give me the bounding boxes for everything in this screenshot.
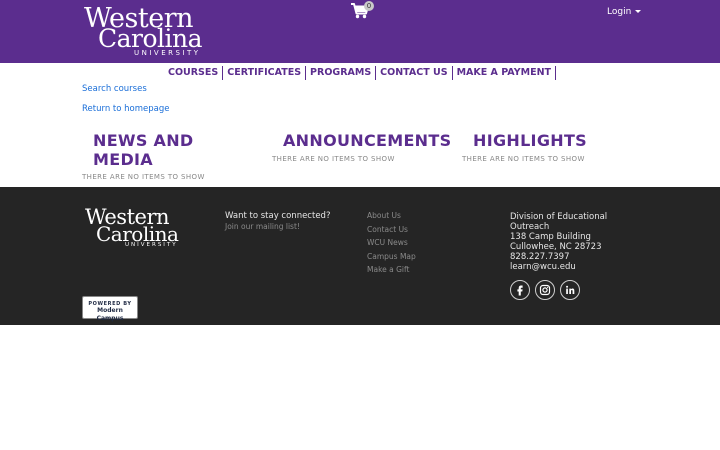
footer-link-wcu-news[interactable]: WCU News: [367, 238, 408, 248]
cart-count-badge: 0: [364, 1, 374, 11]
return-homepage-link[interactable]: Return to homepage: [82, 104, 169, 115]
stay-connected-heading: Want to stay connected?: [225, 211, 331, 221]
contact-address-1: 138 Camp Building: [510, 232, 591, 242]
logo-line-university: UNIVERSITY: [134, 49, 201, 57]
login-label: Login: [607, 7, 632, 17]
contact-email: learn@wcu.edu: [510, 262, 576, 272]
footer-wcu-logo[interactable]: Western Carolina UNIVERSITY: [85, 207, 185, 249]
nav-programs[interactable]: PROGRAMS: [306, 66, 377, 80]
logo-line-carolina: Carolina: [98, 24, 203, 53]
nav-certificates[interactable]: CERTIFICATES: [223, 66, 307, 80]
nav-contact-us[interactable]: CONTACT US: [376, 66, 453, 80]
footer-link-make-a-gift[interactable]: Make a Gift: [367, 265, 409, 275]
news-media-title: NEWS AND MEDIA: [93, 131, 194, 169]
footer-contact-info: Division of Educational Outreach 138 Cam…: [510, 212, 630, 272]
news-title-line2: MEDIA: [93, 150, 153, 169]
contact-line-1: Division of Educational: [510, 212, 608, 222]
highlights-empty-text: THERE ARE NO ITEMS TO SHOW: [462, 155, 585, 163]
news-title-line1: NEWS AND: [93, 131, 194, 150]
contact-address-2: Cullowhee, NC 28723: [510, 242, 602, 252]
mailing-list-link[interactable]: Join our mailing list!: [225, 222, 300, 232]
news-empty-text: THERE ARE NO ITEMS TO SHOW: [82, 173, 205, 181]
announcements-empty-text: THERE ARE NO ITEMS TO SHOW: [272, 155, 395, 163]
contact-phone: 828.227.7397: [510, 252, 570, 262]
footer-logo-line-carolina: Carolina: [96, 222, 179, 246]
footer-link-about-us[interactable]: About Us: [367, 211, 401, 221]
facebook-icon[interactable]: [510, 280, 530, 300]
powered-by-modern-campus-badge[interactable]: POWERED BY Modern Campus: [82, 296, 138, 322]
announcements-title: ANNOUNCEMENTS: [283, 131, 452, 150]
contact-line-2: Outreach: [510, 222, 550, 232]
highlights-title: HIGHLIGHTS: [473, 131, 587, 150]
modern-campus-label: Modern Campus: [96, 307, 124, 322]
instagram-icon[interactable]: [535, 280, 555, 300]
main-nav: COURSES CERTIFICATES PROGRAMS CONTACT US MAK…: [0, 66, 720, 80]
footer-link-contact-us[interactable]: Contact Us: [367, 225, 408, 235]
footer-logo-line-university: UNIVERSITY: [125, 242, 178, 248]
nav-courses[interactable]: COURSES: [164, 66, 224, 80]
linkedin-icon[interactable]: [560, 280, 580, 300]
login-dropdown[interactable]: Login: [607, 6, 642, 18]
wcu-logo[interactable]: Western Carolina UNIVERSITY: [84, 5, 208, 57]
nav-make-a-payment[interactable]: MAKE A PAYMENT: [453, 66, 557, 80]
caret-down-icon: [635, 10, 642, 13]
search-courses-link[interactable]: Search courses: [82, 84, 147, 95]
footer-link-campus-map[interactable]: Campus Map: [367, 252, 416, 262]
